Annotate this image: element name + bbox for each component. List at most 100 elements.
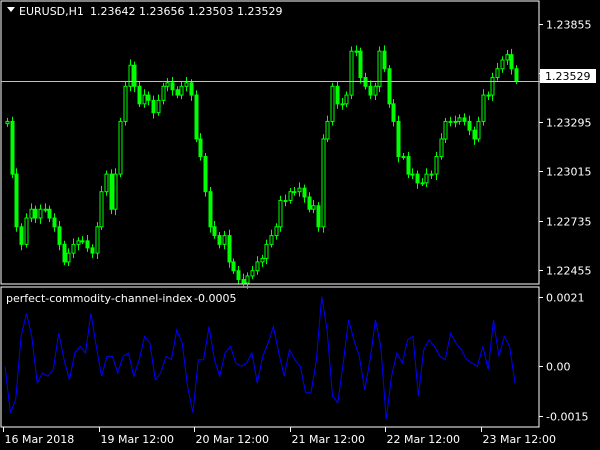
indicator-value: -0.0005 <box>194 292 236 305</box>
candle-body <box>330 85 335 122</box>
time-tick-label: 23 Mar 12:00 <box>483 433 556 446</box>
candle-body <box>316 205 321 228</box>
candle-body <box>325 120 330 140</box>
candle-body <box>373 85 378 96</box>
candle-body <box>424 173 429 184</box>
candle-body <box>151 99 156 114</box>
candle-body <box>170 82 175 91</box>
candle-body <box>241 278 246 284</box>
candle-body <box>217 235 222 245</box>
candle-body <box>500 59 505 70</box>
candle-body <box>109 173 114 210</box>
candle-body <box>495 68 500 79</box>
candle-body <box>358 50 363 79</box>
candle-body <box>85 240 90 249</box>
candle-body <box>71 243 76 254</box>
price-axis: 1.238551.235751.232951.230151.227351.224… <box>539 19 592 278</box>
candle-body <box>76 240 81 245</box>
candle-body <box>302 187 307 198</box>
candle-body <box>307 196 312 210</box>
candle-body <box>292 191 297 194</box>
candle-body <box>19 226 24 245</box>
time-axis: 16 Mar 2018 19 Mar 12:00 20 Mar 12:00 21 Ma… <box>3 427 556 446</box>
candle-body <box>457 117 462 122</box>
candle-body <box>142 94 147 105</box>
candle-body <box>514 68 519 82</box>
candle-body <box>236 270 241 280</box>
chart-canvas[interactable]: EURUSD,H1 1.23642 1.23656 1.23503 1.2352… <box>0 0 600 450</box>
candle-body <box>434 156 439 175</box>
candle-body <box>99 191 104 228</box>
candle-body <box>368 85 373 96</box>
candle-body <box>113 173 118 210</box>
candle-body <box>387 68 392 105</box>
candle-body <box>486 94 491 97</box>
price-tick-label: 1.22735 <box>546 216 592 229</box>
candle-body <box>90 247 95 254</box>
candle-body <box>146 94 151 101</box>
candle-body <box>14 173 19 228</box>
candle-body <box>396 120 401 158</box>
indicator-line <box>4 296 516 420</box>
candle-body <box>123 85 128 122</box>
price-tick-label: 1.23295 <box>546 117 592 130</box>
candle-body <box>401 156 406 159</box>
indicator-tick-label: 0.00 <box>546 361 571 374</box>
candle-body <box>43 208 48 211</box>
candle-body <box>29 208 34 219</box>
candle-body <box>250 270 255 277</box>
candle-body <box>255 261 260 272</box>
time-tick-label: 21 Mar 12:00 <box>292 433 365 446</box>
candle-body <box>269 235 274 245</box>
candle-body <box>38 208 43 219</box>
candle-body <box>194 94 199 140</box>
candle-body <box>33 208 38 219</box>
candle-body <box>321 138 326 228</box>
candle-body <box>335 85 340 105</box>
candle-body <box>420 182 425 185</box>
price-tick-label: 1.22455 <box>546 265 592 278</box>
time-tick-label: 20 Mar 12:00 <box>196 433 269 446</box>
candle-body <box>208 191 213 228</box>
chart-window[interactable]: EURUSD,H1 1.23642 1.23656 1.23503 1.2352… <box>0 0 600 450</box>
candle-body <box>278 199 283 228</box>
price-tick-label: 1.23855 <box>546 19 592 32</box>
candle-body <box>311 205 316 210</box>
candle-body <box>439 138 444 158</box>
candle-body <box>231 261 236 272</box>
current-price-label: 1.23529 <box>545 70 591 83</box>
candle-body <box>184 82 189 87</box>
candle-body <box>222 235 227 245</box>
time-tick-label: 19 Mar 12:00 <box>101 433 174 446</box>
candle-body <box>406 156 411 175</box>
candle-body <box>288 191 293 201</box>
candle-body <box>382 50 387 70</box>
candle-body <box>354 50 359 53</box>
candle-body <box>429 173 434 176</box>
indicator-axis: 0.0021 0.00 -0.0015 <box>539 292 588 424</box>
candle-body <box>189 82 194 96</box>
candle-body <box>52 217 57 228</box>
candle-body <box>118 120 123 175</box>
candle-body <box>212 226 217 237</box>
candle-body <box>462 117 467 122</box>
candle-body <box>260 257 265 263</box>
candle-body <box>175 89 180 96</box>
candle-body <box>80 240 85 243</box>
candle-body <box>227 235 232 263</box>
chart-menu-triangle-icon[interactable] <box>7 7 15 12</box>
current-price-badge: 1.23529 <box>540 69 596 83</box>
indicator-tick-label: -0.0015 <box>546 411 588 424</box>
candle-body <box>349 50 354 96</box>
candle-body <box>161 85 166 101</box>
time-tick-label: 22 Mar 12:00 <box>387 433 460 446</box>
candle-body <box>340 103 345 106</box>
candle-body <box>448 120 453 123</box>
candle-body <box>481 94 486 122</box>
candle-body <box>443 120 448 140</box>
candle-body <box>505 54 510 61</box>
candle-body <box>132 64 137 87</box>
candle-body <box>344 94 349 105</box>
candle-body <box>104 173 109 193</box>
candle-body <box>165 82 170 87</box>
